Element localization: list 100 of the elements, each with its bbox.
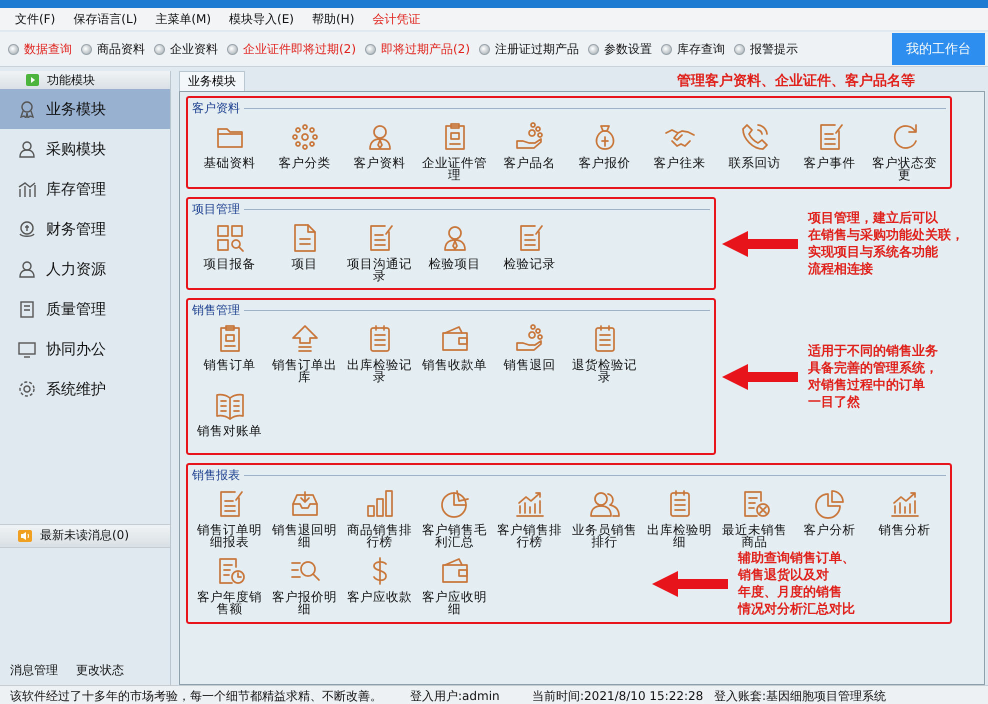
module-button[interactable]: 联系回访 [717,117,792,183]
module-button[interactable]: 销售收款单 [417,319,492,385]
module-button[interactable]: 销售分析 [867,484,942,550]
bullet-icon [8,44,19,54]
annotation-text: 项目管理，建立后可以 [808,210,940,226]
module-button[interactable]: 客户应收款 [342,551,417,617]
module-button[interactable]: 项目沟通记录 [342,218,417,284]
module-button[interactable]: 业务员销售排行 [567,484,642,550]
menu-item[interactable]: 文件(F) [6,10,64,28]
shortcut-link[interactable]: 参数设置 [604,40,652,58]
play-icon [26,74,39,86]
annotation-text: 实现项目与系统各功能 [808,244,939,260]
chart-icon [18,180,36,198]
section-title: 项目管理 [192,201,240,218]
speaker-icon [18,530,32,542]
bullet-icon [661,44,672,54]
annotation-text: 情况对分析汇总对比 [738,601,855,618]
panel-header: 功能模块 [47,72,95,88]
section-title: 销售管理 [192,302,240,319]
arrow-icon [722,230,798,256]
annotation-text: 管理客户资料、企业证件、客户品名等 [677,72,915,90]
module-button[interactable]: 退货检验记录 [567,319,642,385]
menu-item[interactable]: 模块导入(E) [220,10,303,28]
module-button[interactable]: 客户往来 [642,117,717,183]
shortcut-link[interactable]: 库存查询 [677,40,725,58]
annotation-text: 辅助查询销售订单、 [738,550,855,567]
shortcut-link[interactable]: 企业资料 [170,40,218,58]
sidebar-item[interactable]: 人力资源 [0,249,170,289]
menu-item[interactable]: 主菜单(M) [146,10,220,28]
module-button[interactable]: 销售订单出库 [267,319,342,385]
module-button[interactable]: 基础资料 [192,117,267,183]
module-button[interactable]: 客户状态变更 [867,117,942,183]
bullet-icon [588,44,599,54]
footer-link[interactable]: 消息管理 [10,662,58,679]
shortcut-link[interactable]: 报警提示 [750,40,798,58]
module-button[interactable]: 出库检验明细 [642,484,717,550]
bullet-icon [734,44,745,54]
section-title: 客户资料 [192,100,240,117]
award-icon [18,100,36,118]
module-button[interactable]: 项目报备 [192,218,267,284]
sidebar-item[interactable]: 财务管理 [0,209,170,249]
annotation-text: 适用于不同的销售业务 [808,342,938,360]
monitor-icon [18,340,36,358]
menu-item[interactable]: 保存语言(L) [64,10,146,28]
module-button[interactable]: 客户分类 [267,117,342,183]
shortcut-link[interactable]: 注册证过期产品 [495,40,579,58]
bullet-icon [81,44,92,54]
annotation-text: 一目了然 [808,394,861,410]
module-button[interactable]: 检验记录 [492,218,567,284]
annotation-text: 具备完善的管理系统， [808,360,938,376]
coin-icon [18,220,36,238]
module-button[interactable]: 销售对账单 [192,385,267,449]
status-text: 当前时间:2021/8/10 15:22:28 [532,688,704,704]
module-button[interactable]: 客户应收明细 [417,551,492,617]
person-icon [18,260,36,278]
module-button[interactable]: 客户年度销售额 [192,551,267,617]
module-button[interactable]: 最近未销售商品 [717,484,792,550]
shortcut-link[interactable]: 商品资料 [97,40,145,58]
module-button[interactable]: 客户报价 [567,117,642,183]
module-button[interactable]: 商品销售排行榜 [342,484,417,550]
module-tab[interactable]: 业务模块 [179,71,245,91]
menu-item[interactable]: 会计凭证 [363,10,430,28]
module-button[interactable]: 客户分析 [792,484,867,550]
annotation-text: 流程相连接 [808,260,874,278]
module-button[interactable]: 出库检验记录 [342,319,417,385]
shortcut-link[interactable]: 即将过期产品(2) [381,40,470,58]
shortcut-link[interactable]: 数据查询 [24,40,72,58]
sidebar-item[interactable]: 质量管理 [0,289,170,329]
annotation-text: 年度、月度的销售 [738,584,843,601]
module-button[interactable]: 检验项目 [417,218,492,284]
bullet-icon [365,44,376,54]
sidebar-item[interactable]: 系统维护 [0,369,170,409]
module-button[interactable]: 客户报价明细 [267,551,342,617]
bullet-icon [227,44,238,54]
sidebar-item[interactable]: 协同办公 [0,329,170,369]
module-button[interactable]: 客户销售毛利汇总 [417,484,492,550]
sidebar-item[interactable]: 库存管理 [0,169,170,209]
module-button[interactable]: 销售订单 [192,319,267,385]
menu-item[interactable]: 帮助(H) [303,10,364,28]
module-button[interactable]: 客户品名 [492,117,567,183]
status-text: 登入用户:admin [410,688,501,704]
shortcut-link[interactable]: 企业证件即将过期(2) [243,40,356,58]
arrow-icon [652,571,728,597]
section-title: 销售报表 [192,467,240,484]
module-button[interactable]: 企业证件管理 [417,117,492,183]
module-button[interactable]: 销售退回 [492,319,567,385]
footer-link[interactable]: 更改状态 [76,662,124,679]
bullet-icon [154,44,165,54]
module-button[interactable]: 客户销售排行榜 [492,484,567,550]
sidebar-item[interactable]: 采购模块 [0,129,170,169]
annotation-text: 销售退货以及对 [738,567,830,584]
module-button[interactable]: 销售退回明细 [267,484,342,550]
module-button[interactable]: 客户资料 [342,117,417,183]
arrow-icon [722,364,798,390]
annotation-text: 在销售与采购功能处关联， [808,226,964,244]
module-button[interactable]: 项目 [267,218,342,284]
module-button[interactable]: 销售订单明细报表 [192,484,267,550]
sidebar-item[interactable]: 业务模块 [0,89,170,129]
module-button[interactable]: 客户事件 [792,117,867,183]
document-icon [18,300,36,318]
